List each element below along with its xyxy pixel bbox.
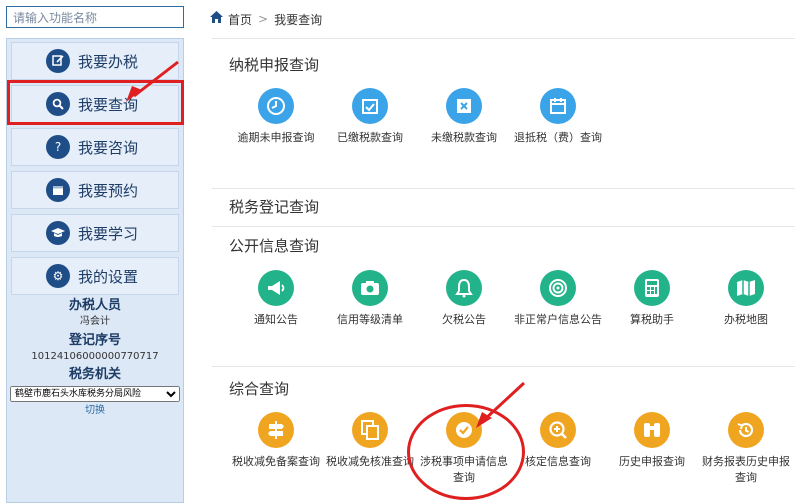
breadcrumb-current: 我要查询 [274,12,323,27]
calendar-icon [46,178,70,202]
edit-icon [46,49,70,73]
role-value: 冯会计 [80,316,110,327]
sidebar: 我要办税 我要查询 ? 我要咨询 我要预约 我要学习 ⚙ 我的设置 办税人员 冯… [6,38,184,503]
tile-credit-list[interactable]: 信用等级清单 [324,270,416,328]
tile-overdue-declare[interactable]: 逾期未申报查询 [230,88,322,146]
tile-refund-query[interactable]: 退抵税（费）查询 [512,88,604,146]
sidebar-item-learning[interactable]: 我要学习 [11,214,179,252]
sidebar-item-label: 我要咨询 [78,138,139,157]
tile-financial-report-history[interactable]: 财务报表历史申报查询 [700,412,792,486]
history-icon [728,412,764,448]
tile-label: 税收减免核准查询 [326,455,414,468]
tile-relief-record[interactable]: 税收减免备案查询 [230,412,322,470]
search-icon [46,92,70,116]
tile-tax-calculator[interactable]: 算税助手 [606,270,698,328]
section-title-public: 公开信息查询 [229,237,320,255]
office-title: 税务机关 [68,367,121,382]
breadcrumb: 首页 > 我要查询 [210,10,322,28]
annotation-arrow-icon [126,60,179,102]
sidebar-item-settings[interactable]: ⚙ 我的设置 [11,257,179,295]
sidebar-item-label: 我要学习 [78,224,139,243]
calendar-icon [540,88,576,124]
graduation-cap-icon [46,221,70,245]
user-info: 办税人员 冯会计 登记序号 10124106000000770717 税务机关 … [7,297,183,420]
bell-icon [446,270,482,306]
tile-arrears-notice[interactable]: 欠税公告 [418,270,510,328]
calculator-icon [634,270,670,306]
tile-abnormal-account[interactable]: 非正常户信息公告 [512,270,604,328]
sidebar-item-label: 我的设置 [78,267,139,286]
reg-title: 登记序号 [68,333,121,348]
function-search[interactable] [6,6,184,28]
tile-label: 核定信息查询 [525,455,591,468]
search-input[interactable] [7,8,183,28]
tile-label: 税收减免备案查询 [232,455,320,468]
clock-icon [258,88,294,124]
section-title-declare: 纳税申报查询 [229,56,320,74]
camera-icon [352,270,388,306]
sidebar-item-label: 我要预约 [78,181,139,200]
sidebar-item-consult[interactable]: ? 我要咨询 [11,128,179,166]
copy-icon [352,412,388,448]
tile-label: 通知公告 [254,313,298,326]
reg-value: 10124106000000770717 [31,351,159,362]
zoom-in-icon [540,412,576,448]
switch-link[interactable]: 切换 [7,402,183,420]
binoculars-icon [634,412,670,448]
tile-label: 算税助手 [630,313,674,326]
breadcrumb-separator: > [258,12,269,26]
tile-paid-tax[interactable]: 已缴税款查询 [324,88,416,146]
megaphone-icon [258,270,294,306]
tile-label: 非正常户信息公告 [514,313,602,326]
gear-icon: ⚙ [46,264,70,288]
role-title: 办税人员 [68,298,121,313]
section-title-register[interactable]: 税务登记查询 [229,196,319,217]
tile-label: 退抵税（费）查询 [514,131,602,144]
tile-label: 历史申报查询 [619,455,685,468]
home-icon[interactable] [210,11,223,27]
tile-history-declare[interactable]: 历史申报查询 [606,412,698,470]
tax-office-select[interactable]: 鹤壁市鹿石头水库税务分局风险 [10,386,180,402]
signpost-icon [258,412,294,448]
calendar-check-icon [352,88,388,124]
map-icon [728,270,764,306]
sidebar-item-appointment[interactable]: 我要预约 [11,171,179,209]
section-title-general: 综合查询 [229,380,290,398]
tile-label: 逾期未申报查询 [237,131,315,144]
tile-relief-approval[interactable]: 税收减免核准查询 [324,412,416,470]
tile-label: 办税地图 [724,313,768,326]
breadcrumb-home[interactable]: 首页 [228,11,252,28]
tile-label: 涉税事项申请信息查询 [420,455,508,484]
tile-unpaid-tax[interactable]: 未缴税款查询 [418,88,510,146]
tile-label: 欠税公告 [442,313,486,326]
question-icon: ? [46,135,70,159]
annotation-arrow-icon [476,381,526,428]
tile-label: 信用等级清单 [337,313,403,326]
target-icon [540,270,576,306]
tile-label: 财务报表历史申报查询 [702,455,790,484]
tile-label: 已缴税款查询 [337,131,403,144]
tile-notice[interactable]: 通知公告 [230,270,322,328]
close-box-icon [446,88,482,124]
tile-label: 未缴税款查询 [431,131,497,144]
tile-tax-map[interactable]: 办税地图 [700,270,792,328]
